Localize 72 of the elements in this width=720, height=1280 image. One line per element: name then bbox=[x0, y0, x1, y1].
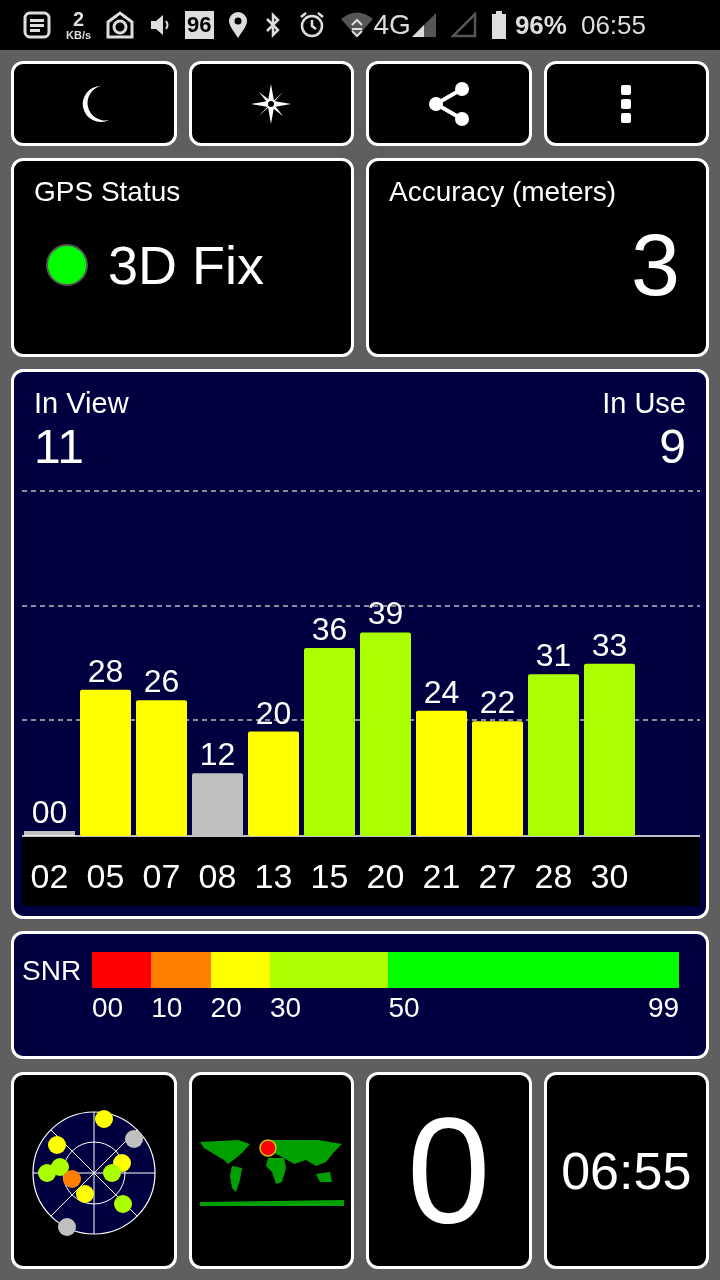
satellite-dot bbox=[94, 1109, 113, 1128]
location-icon bbox=[227, 11, 248, 39]
satellite-id: 02 bbox=[30, 857, 69, 895]
snr-scale-label: 50 bbox=[388, 992, 420, 1024]
in-use-label: In Use bbox=[602, 386, 686, 420]
bar-value: 12 bbox=[199, 736, 236, 773]
satellite-id: 21 bbox=[422, 857, 461, 895]
in-use-count: 9 bbox=[659, 420, 686, 474]
accuracy-value: 3 bbox=[631, 217, 681, 313]
network-type: 4G bbox=[373, 10, 411, 40]
bar-value: 39 bbox=[367, 595, 404, 632]
satellite-dot bbox=[124, 1129, 143, 1148]
compass-button[interactable] bbox=[188, 61, 354, 146]
more-icon bbox=[620, 83, 633, 124]
in-view-count: 11 bbox=[34, 420, 85, 474]
clock-tile[interactable]: 06:55 bbox=[543, 1072, 709, 1269]
wifi-icon bbox=[339, 12, 374, 38]
satellite-dot bbox=[57, 1217, 76, 1236]
night-mode-button[interactable] bbox=[11, 61, 177, 146]
notes-icon bbox=[22, 10, 52, 40]
satellite-id: 13 bbox=[254, 857, 293, 895]
speed-value: 2 bbox=[72, 9, 85, 29]
satellite-count-tile[interactable]: 0 bbox=[366, 1072, 532, 1269]
more-button[interactable] bbox=[543, 61, 709, 146]
app-icon bbox=[105, 10, 136, 40]
bar-value: 33 bbox=[591, 626, 628, 663]
fix-indicator-icon bbox=[46, 244, 88, 286]
satellite-dot bbox=[113, 1194, 132, 1213]
bar-value: 20 bbox=[255, 694, 292, 731]
satellite-count: 0 bbox=[407, 1090, 491, 1251]
in-view-label: In View bbox=[34, 386, 129, 420]
share-button[interactable] bbox=[366, 61, 532, 146]
satellite-dot bbox=[47, 1135, 66, 1154]
snr-scale-label: 00 bbox=[92, 992, 124, 1024]
bar-value: 26 bbox=[143, 663, 180, 700]
satellite-id: 28 bbox=[534, 857, 573, 895]
battery-icon bbox=[490, 11, 507, 39]
satellite-id: 08 bbox=[198, 857, 237, 895]
bar-value: 24 bbox=[423, 673, 460, 710]
badge-number: 96 bbox=[185, 11, 214, 39]
satellite-id: 05 bbox=[86, 857, 125, 895]
snr-scale-label: 99 bbox=[647, 992, 680, 1024]
satellite-id: 07 bbox=[142, 857, 181, 895]
bar-value: 36 bbox=[311, 611, 348, 648]
bar-value: 31 bbox=[535, 637, 572, 674]
sky-view-tile[interactable] bbox=[11, 1072, 177, 1269]
bar-value: 22 bbox=[479, 684, 516, 721]
snr-label: SNR bbox=[22, 954, 83, 988]
signal-empty-icon bbox=[450, 12, 477, 38]
speed-unit: KB/s bbox=[66, 29, 92, 41]
satellite-id: 15 bbox=[310, 857, 349, 895]
snr-scale-label: 10 bbox=[151, 992, 183, 1024]
satellite-id: 30 bbox=[590, 857, 629, 895]
accuracy-title: Accuracy (meters) bbox=[389, 175, 618, 209]
world-map-tile[interactable] bbox=[188, 1072, 354, 1269]
signal-icon bbox=[410, 12, 437, 38]
battery-percent: 96% bbox=[514, 8, 567, 42]
satellite-dot bbox=[102, 1163, 121, 1182]
satellite-dot bbox=[75, 1184, 94, 1203]
snr-scale-label: 20 bbox=[210, 992, 242, 1024]
bar-value: 28 bbox=[87, 652, 124, 689]
clock-time: 06:55 bbox=[561, 1140, 692, 1201]
gps-status-title: GPS Status bbox=[34, 175, 182, 209]
satellite-id: 27 bbox=[478, 857, 517, 895]
snr-scale-label: 30 bbox=[269, 992, 302, 1024]
status-time: 06:55 bbox=[580, 8, 647, 42]
satellite-dot bbox=[50, 1157, 69, 1176]
bar-value: 00 bbox=[31, 794, 68, 830]
share-icon bbox=[426, 80, 471, 127]
satellite-dot bbox=[62, 1169, 81, 1188]
satellite-id: 20 bbox=[366, 857, 405, 895]
fix-status: 3D Fix bbox=[108, 235, 264, 295]
